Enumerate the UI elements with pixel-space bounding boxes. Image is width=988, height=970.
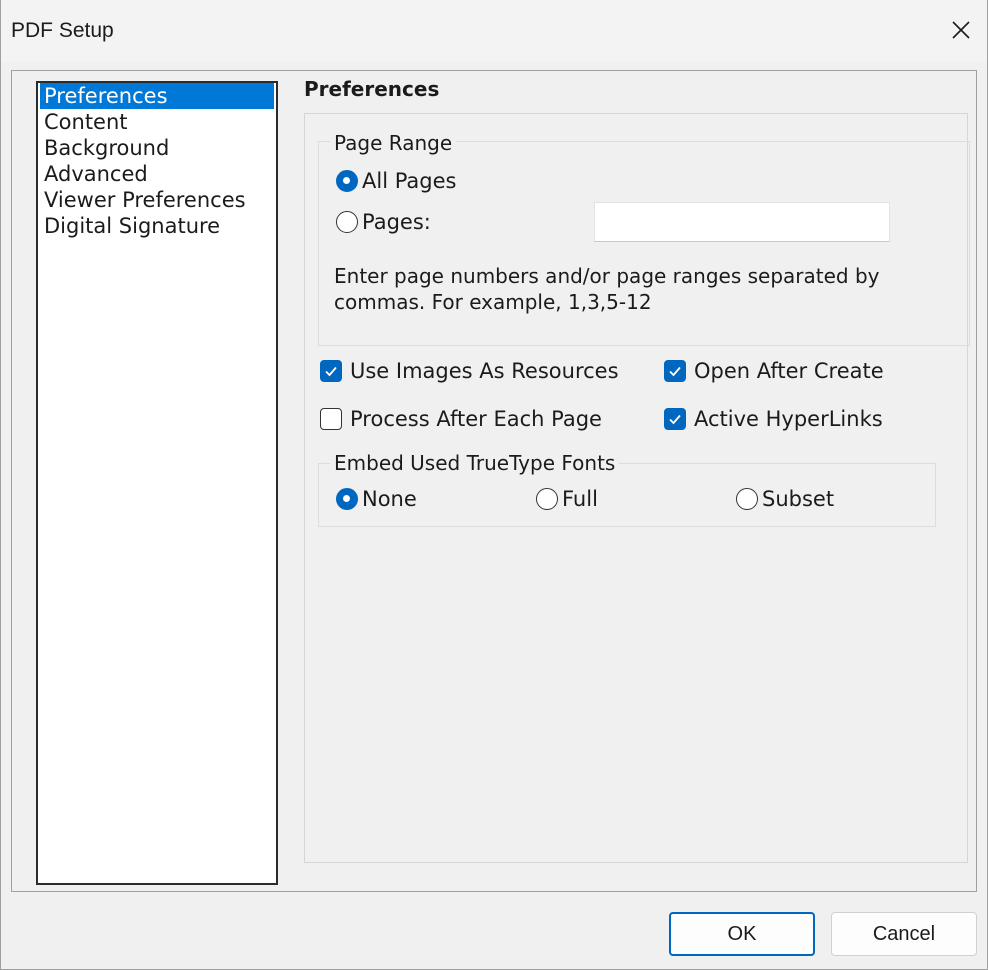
checkbox-box <box>664 360 686 382</box>
section-title: Preferences <box>304 77 440 101</box>
all-pages-label: All Pages <box>362 169 457 193</box>
checkmark-icon <box>669 366 681 377</box>
nav-item-advanced[interactable]: Advanced <box>40 161 274 187</box>
close-icon <box>952 21 970 39</box>
checkmark-icon <box>325 366 337 377</box>
page-range-help-text: Enter page numbers and/or page ranges se… <box>334 264 880 314</box>
title-bar: PDF Setup <box>1 0 987 62</box>
pdf-setup-dialog: PDF Setup Preferences Content Background… <box>0 0 988 970</box>
category-list[interactable]: Preferences Content Background Advanced … <box>36 81 278 885</box>
pages-label: Pages: <box>362 210 431 234</box>
pages-input[interactable] <box>594 202 890 242</box>
nav-item-digital-signature[interactable]: Digital Signature <box>40 213 274 239</box>
radio-unselected-icon <box>336 211 358 233</box>
close-button[interactable] <box>943 12 979 48</box>
use-images-label: Use Images As Resources <box>350 359 619 383</box>
checkbox-box <box>664 408 686 430</box>
ok-button[interactable]: OK <box>669 912 815 956</box>
cancel-button[interactable]: Cancel <box>831 912 977 956</box>
nav-item-preferences[interactable]: Preferences <box>40 83 274 109</box>
embed-full-radio[interactable]: Full <box>536 487 598 511</box>
open-after-create-checkbox[interactable]: Open After Create <box>664 359 884 383</box>
active-hyperlinks-label: Active HyperLinks <box>694 407 883 431</box>
active-hyperlinks-checkbox[interactable]: Active HyperLinks <box>664 407 883 431</box>
page-range-legend: Page Range <box>330 131 457 155</box>
open-after-create-label: Open After Create <box>694 359 884 383</box>
embed-none-radio[interactable]: None <box>336 487 417 511</box>
process-after-each-page-label: Process After Each Page <box>350 407 602 431</box>
content-frame: Preferences Content Background Advanced … <box>11 70 977 892</box>
process-after-each-page-checkbox[interactable]: Process After Each Page <box>320 407 602 431</box>
checkbox-box <box>320 360 342 382</box>
nav-item-viewer-preferences[interactable]: Viewer Preferences <box>40 187 274 213</box>
nav-item-content[interactable]: Content <box>40 109 274 135</box>
embed-subset-label: Subset <box>762 487 835 511</box>
embed-full-label: Full <box>562 487 598 511</box>
checkbox-box <box>320 408 342 430</box>
pages-radio[interactable]: Pages: <box>336 210 431 234</box>
window-title: PDF Setup <box>11 19 114 42</box>
radio-unselected-icon <box>536 488 558 510</box>
checkmark-icon <box>669 414 681 425</box>
embed-subset-radio[interactable]: Subset <box>736 487 834 511</box>
radio-selected-icon <box>336 488 358 510</box>
use-images-checkbox[interactable]: Use Images As Resources <box>320 359 619 383</box>
nav-item-background[interactable]: Background <box>40 135 274 161</box>
radio-selected-icon <box>336 170 358 192</box>
embed-fonts-legend: Embed Used TrueType Fonts <box>330 451 620 475</box>
embed-none-label: None <box>362 487 417 511</box>
all-pages-radio[interactable]: All Pages <box>336 169 457 193</box>
radio-unselected-icon <box>736 488 758 510</box>
